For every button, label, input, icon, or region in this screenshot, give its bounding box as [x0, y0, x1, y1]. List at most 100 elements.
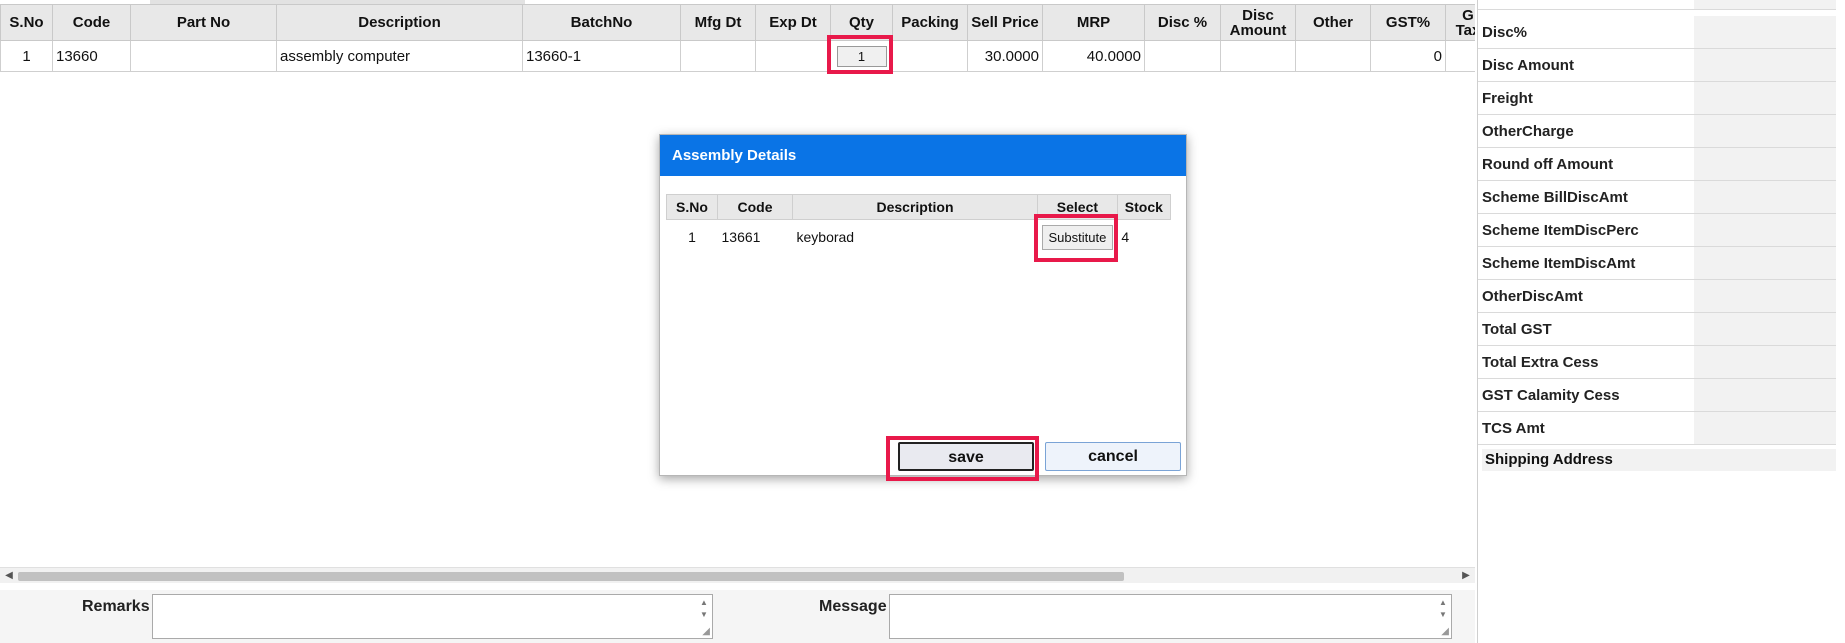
- summary-label: Scheme ItemDiscAmt: [1482, 255, 1636, 272]
- scrollbar-thumb[interactable]: [18, 572, 1124, 581]
- col-header-packing[interactable]: Packing: [892, 4, 968, 41]
- col-header-gst-pct[interactable]: GST%: [1370, 4, 1446, 41]
- spinner-icon[interactable]: ▲ ▼: [1437, 597, 1449, 621]
- cell-part-no[interactable]: [130, 40, 277, 72]
- col-header-g-tax[interactable]: G Tax: [1445, 4, 1475, 41]
- resize-grip-icon[interactable]: ◢: [702, 626, 710, 637]
- summary-row-scheme-bill-disc: Scheme BillDiscAmt: [1478, 181, 1836, 214]
- summary-row-other-disc-amt: OtherDiscAmt: [1478, 280, 1836, 313]
- summary-value[interactable]: [1694, 82, 1836, 114]
- summary-row-tcs-amt: TCS Amt: [1478, 412, 1836, 445]
- summary-label: Item Disc Amount: [1482, 0, 1609, 10]
- summary-row-item-disc-amount: Item Disc Amount: [1478, 0, 1836, 10]
- cell-mrp[interactable]: 40.0000: [1042, 40, 1145, 72]
- cell-exp-dt[interactable]: [755, 40, 831, 72]
- summary-value[interactable]: [1694, 49, 1836, 81]
- summary-value[interactable]: [1694, 148, 1836, 180]
- col-header-select[interactable]: Select: [1037, 194, 1118, 220]
- summary-row-round-off: Round off Amount: [1478, 148, 1836, 181]
- col-header-part-no[interactable]: Part No: [130, 4, 277, 41]
- grid-header-row: S.No Code Part No Description BatchNo Mf…: [0, 4, 1475, 41]
- cell-other[interactable]: [1295, 40, 1371, 72]
- table-row[interactable]: 1 13661 keyborad Substitute 4: [667, 220, 1171, 255]
- summary-value[interactable]: [1694, 379, 1836, 411]
- cell-code[interactable]: 13660: [52, 40, 131, 72]
- summary-row-scheme-item-disc-perc: Scheme ItemDiscPerc: [1478, 214, 1836, 247]
- col-header-sno[interactable]: S.No: [0, 4, 53, 41]
- col-header-sno[interactable]: S.No: [666, 194, 718, 220]
- summary-value[interactable]: [1694, 214, 1836, 246]
- spinner-icon[interactable]: ▲ ▼: [698, 597, 710, 621]
- col-header-disc-pct[interactable]: Disc %: [1144, 4, 1221, 41]
- item-grid: S.No Code Part No Description BatchNo Mf…: [0, 4, 1475, 72]
- summary-label: Disc Amount: [1482, 57, 1574, 74]
- summary-row-total-gst: Total GST: [1478, 313, 1836, 346]
- summary-value[interactable]: [1694, 0, 1836, 9]
- summary-value[interactable]: [1694, 346, 1836, 378]
- summary-value[interactable]: [1694, 115, 1836, 147]
- cell-sell-price[interactable]: 30.0000: [967, 40, 1043, 72]
- summary-row-disc-pct: Disc%: [1478, 16, 1836, 49]
- cell-sno: 1: [0, 40, 53, 72]
- col-header-batch-no[interactable]: BatchNo: [522, 4, 681, 41]
- summary-row-disc-amount: Disc Amount: [1478, 49, 1836, 82]
- cell-description[interactable]: assembly computer: [276, 40, 523, 72]
- summary-value[interactable]: [1694, 412, 1836, 444]
- save-button[interactable]: save: [898, 442, 1034, 471]
- assembly-grid: S.No Code Description Select Stock 1 136…: [666, 194, 1171, 255]
- col-header-code[interactable]: Code: [717, 194, 793, 220]
- qty-button[interactable]: 1: [836, 45, 887, 67]
- horizontal-scrollbar[interactable]: ◀ ▶: [0, 567, 1475, 583]
- remarks-textarea[interactable]: ▲ ▼ ◢: [152, 594, 713, 639]
- summary-label: Total GST: [1482, 321, 1552, 338]
- cell-description: keyborad: [796, 229, 855, 246]
- assembly-details-dialog: Assembly Details S.No Code Description S…: [659, 134, 1187, 476]
- scroll-right-icon[interactable]: ▶: [1458, 568, 1474, 584]
- substitute-button[interactable]: Substitute: [1041, 224, 1114, 250]
- col-header-sell-price[interactable]: Sell Price: [967, 4, 1043, 41]
- col-header-mrp[interactable]: MRP: [1042, 4, 1145, 41]
- assembly-header-row: S.No Code Description Select Stock: [666, 194, 1171, 220]
- message-label: Message: [819, 598, 887, 615]
- cell-qty: 1: [830, 40, 893, 72]
- summary-row-other-charge: OtherCharge: [1478, 115, 1836, 148]
- table-row[interactable]: 1 13660 assembly computer 13660-1 1 30.0…: [0, 40, 1475, 72]
- col-header-qty[interactable]: Qty: [830, 4, 893, 41]
- summary-label: Total Extra Cess: [1482, 354, 1599, 371]
- summary-value[interactable]: [1694, 247, 1836, 279]
- col-header-description[interactable]: Description: [276, 4, 523, 41]
- cell-batch-no[interactable]: 13660-1: [522, 40, 681, 72]
- summary-row-freight: Freight: [1478, 82, 1836, 115]
- summary-label: Scheme ItemDiscPerc: [1482, 222, 1639, 239]
- cell-disc-amount[interactable]: [1220, 40, 1296, 72]
- message-textarea[interactable]: ▲ ▼ ◢: [889, 594, 1452, 639]
- summary-label: GST Calamity Cess: [1482, 387, 1620, 404]
- cell-g-tax[interactable]: [1445, 40, 1475, 72]
- summary-label: OtherDiscAmt: [1482, 288, 1583, 305]
- summary-row-gst-calamity-cess: GST Calamity Cess: [1478, 379, 1836, 412]
- bottom-notes-bar: Remarks ▲ ▼ ◢ Message ▲ ▼ ◢: [0, 590, 1475, 643]
- col-header-stock[interactable]: Stock: [1116, 194, 1171, 220]
- summary-value[interactable]: [1694, 313, 1836, 345]
- col-header-exp-dt[interactable]: Exp Dt: [755, 4, 831, 41]
- cancel-button[interactable]: cancel: [1045, 442, 1181, 471]
- col-header-disc-amount[interactable]: Disc Amount: [1220, 4, 1296, 41]
- resize-grip-icon[interactable]: ◢: [1441, 626, 1449, 637]
- cell-disc-pct[interactable]: [1144, 40, 1221, 72]
- remarks-label: Remarks: [82, 598, 150, 615]
- cell-mfg-dt[interactable]: [680, 40, 756, 72]
- summary-label: Round off Amount: [1482, 156, 1614, 173]
- col-header-other[interactable]: Other: [1295, 4, 1371, 41]
- scroll-left-icon[interactable]: ◀: [1, 568, 17, 584]
- summary-label: TCS Amt: [1482, 420, 1545, 437]
- summary-value[interactable]: [1694, 280, 1836, 312]
- summary-row-total-extra-cess: Total Extra Cess: [1478, 346, 1836, 379]
- cell-packing[interactable]: [892, 40, 968, 72]
- summary-value[interactable]: [1694, 16, 1836, 48]
- item-grid-container: S.No Code Part No Description BatchNo Mf…: [0, 4, 1475, 74]
- col-header-code[interactable]: Code: [52, 4, 131, 41]
- cell-gst-pct[interactable]: 0: [1370, 40, 1446, 72]
- col-header-description[interactable]: Description: [792, 194, 1038, 220]
- summary-value[interactable]: [1694, 181, 1836, 213]
- col-header-mfg-dt[interactable]: Mfg Dt: [680, 4, 756, 41]
